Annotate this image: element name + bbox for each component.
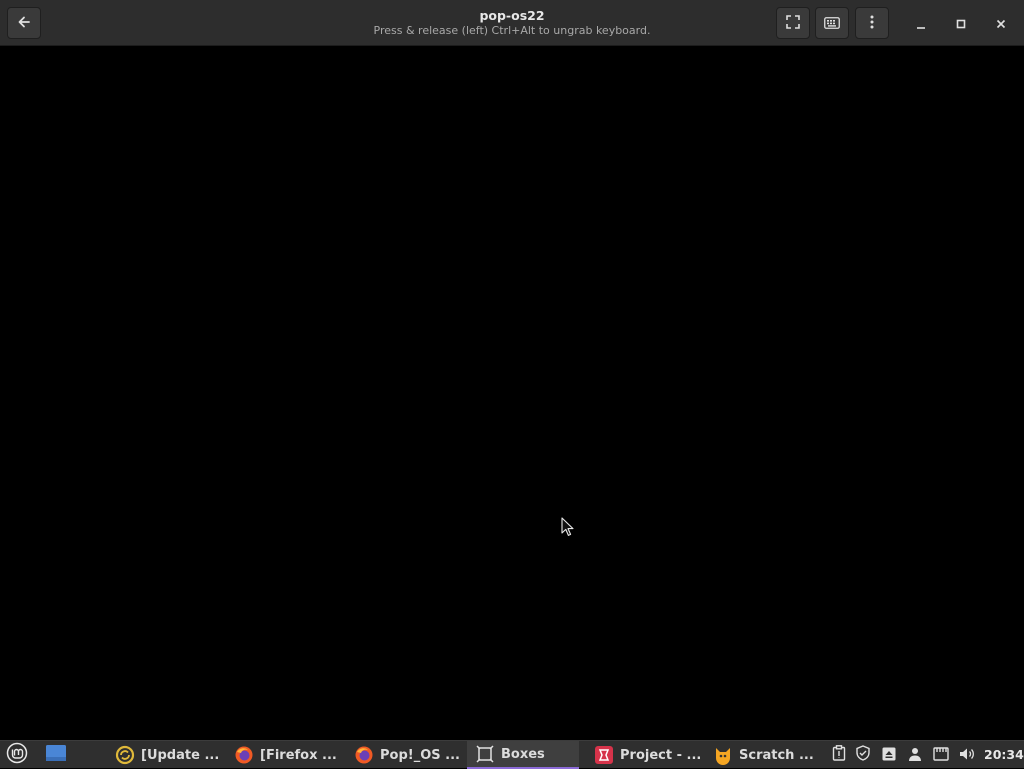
window-subtitle: Press & release (left) Ctrl+Alt to ungra… bbox=[373, 24, 651, 37]
fullscreen-button[interactable] bbox=[776, 7, 810, 39]
volume-applet[interactable] bbox=[956, 741, 978, 769]
scratch-icon bbox=[713, 745, 733, 765]
task-label: Pop!_OS ... bbox=[380, 747, 460, 763]
task-label: Boxes bbox=[501, 746, 545, 762]
keyboard-button[interactable] bbox=[815, 7, 849, 39]
eject-icon bbox=[882, 746, 896, 765]
clipboard-applet[interactable] bbox=[828, 741, 850, 769]
taskbar: [Update ... [Firefox ... Pop!_OS ... Box… bbox=[0, 740, 1024, 769]
vertical-dots-icon bbox=[870, 14, 874, 33]
menu-button[interactable] bbox=[855, 7, 889, 39]
security-applet[interactable] bbox=[852, 741, 874, 769]
clipboard-icon bbox=[832, 745, 846, 765]
task-boxes[interactable]: Boxes bbox=[467, 741, 579, 769]
close-button[interactable] bbox=[985, 7, 1017, 39]
network-applet[interactable] bbox=[930, 741, 952, 769]
removable-drives-applet[interactable] bbox=[878, 741, 900, 769]
task-label: [Update ... bbox=[141, 747, 220, 763]
minimize-icon bbox=[916, 14, 926, 33]
close-icon bbox=[996, 14, 1006, 33]
task-firefox[interactable]: [Firefox ... bbox=[232, 741, 344, 769]
task-update-manager[interactable]: [Update ... bbox=[112, 741, 224, 769]
mint-logo-icon bbox=[6, 742, 28, 768]
boxes-icon bbox=[475, 744, 495, 764]
volume-icon bbox=[959, 746, 975, 765]
vm-display[interactable] bbox=[0, 47, 1024, 739]
shield-icon bbox=[855, 745, 871, 765]
mouse-pointer-icon bbox=[561, 517, 575, 537]
maximize-button[interactable] bbox=[945, 7, 977, 39]
header-bar: pop-os22 Press & release (left) Ctrl+Alt… bbox=[0, 0, 1024, 46]
task-popos-firefox[interactable]: Pop!_OS ... bbox=[352, 741, 462, 769]
firefox-icon bbox=[234, 745, 254, 765]
network-icon bbox=[933, 746, 949, 765]
keyboard-icon bbox=[824, 14, 840, 33]
task-scratch[interactable]: Scratch ... bbox=[711, 741, 823, 769]
menu-launcher[interactable] bbox=[6, 742, 28, 768]
task-project[interactable]: Project - ... bbox=[592, 741, 704, 769]
show-desktop-button[interactable] bbox=[45, 744, 67, 766]
maximize-icon bbox=[956, 14, 966, 33]
task-label: Project - ... bbox=[620, 747, 702, 763]
task-label: [Firefox ... bbox=[260, 747, 337, 763]
user-icon bbox=[908, 746, 922, 765]
fullscreen-icon bbox=[786, 14, 800, 33]
clock[interactable]: 20:34 bbox=[984, 741, 1024, 769]
firefox-icon bbox=[354, 745, 374, 765]
desktop-icon bbox=[45, 744, 67, 766]
back-button[interactable] bbox=[7, 7, 41, 39]
project-icon bbox=[594, 745, 614, 765]
back-arrow-icon bbox=[17, 14, 31, 33]
user-applet[interactable] bbox=[904, 741, 926, 769]
window-title: pop-os22 bbox=[479, 8, 545, 23]
minimize-button[interactable] bbox=[905, 7, 937, 39]
title-area: pop-os22 Press & release (left) Ctrl+Alt… bbox=[300, 8, 724, 38]
update-manager-icon bbox=[115, 745, 135, 765]
task-label: Scratch ... bbox=[739, 747, 814, 763]
